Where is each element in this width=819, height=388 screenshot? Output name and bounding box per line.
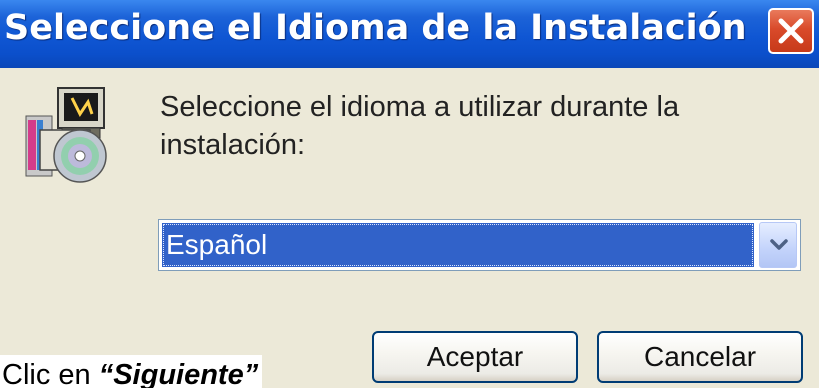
installer-cd-icon — [22, 86, 114, 186]
close-button[interactable] — [768, 8, 814, 54]
accept-button[interactable]: Aceptar — [372, 331, 578, 383]
language-select-value: Español — [162, 223, 754, 267]
title-bar[interactable]: Seleccione el Idioma de la Instalación — [0, 0, 819, 68]
dialog-title: Seleccione el Idioma de la Instalación — [4, 8, 747, 48]
instruction-caption: Clic en “Siguiente” — [0, 355, 263, 388]
language-select[interactable]: Español — [158, 219, 801, 271]
dropdown-button[interactable] — [759, 222, 797, 268]
caption-prefix: Clic en — [2, 359, 99, 388]
caption-emphasis: “Siguiente” — [98, 359, 259, 388]
prompt-text: Seleccione el idioma a utilizar durante … — [160, 91, 680, 161]
language-dialog: Seleccione el Idioma de la Instalación S… — [0, 0, 819, 388]
close-icon — [778, 18, 804, 44]
chevron-down-icon — [770, 239, 788, 250]
page: Seleccione el Idioma de la Instalación S… — [0, 0, 819, 388]
cancel-button[interactable]: Cancelar — [597, 331, 803, 383]
